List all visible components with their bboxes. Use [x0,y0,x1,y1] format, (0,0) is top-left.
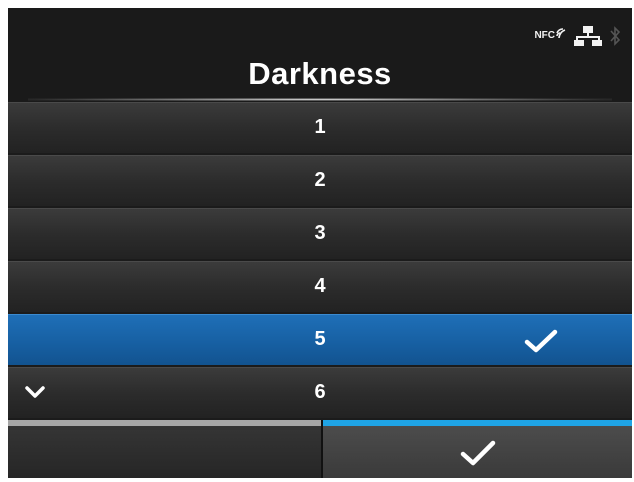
list-item-label: 4 [314,275,326,297]
nfc-label: NFC [534,30,555,41]
list-item-label: 6 [314,381,326,403]
darkness-options-list: 1 2 3 4 5 6 [8,102,632,420]
list-item-label: 3 [314,222,326,244]
printer-screen: NFC Darkness 1 2 3 4 5 6 [8,8,632,478]
check-icon [524,329,558,353]
list-item[interactable]: 4 [8,261,632,312]
page-title: Darkness [248,56,392,91]
bluetooth-icon [610,26,620,46]
list-item-label: 1 [314,116,326,138]
network-icon [574,26,602,46]
list-item[interactable]: 2 [8,155,632,206]
status-bar: NFC [8,8,632,54]
nfc-icon: NFC [534,28,566,41]
nfc-waves-icon [556,28,566,39]
list-item-label: 2 [314,169,326,191]
confirm-button[interactable] [323,426,632,478]
status-icons: NFC [534,24,620,48]
title-underline [28,98,612,101]
header: Darkness [8,54,632,102]
check-icon [460,440,496,466]
list-item-selected[interactable]: 5 [8,314,632,365]
list-item[interactable]: 6 [8,367,632,418]
list-item[interactable]: 1 [8,102,632,153]
list-item[interactable]: 3 [8,208,632,259]
cancel-button[interactable] [8,426,321,478]
